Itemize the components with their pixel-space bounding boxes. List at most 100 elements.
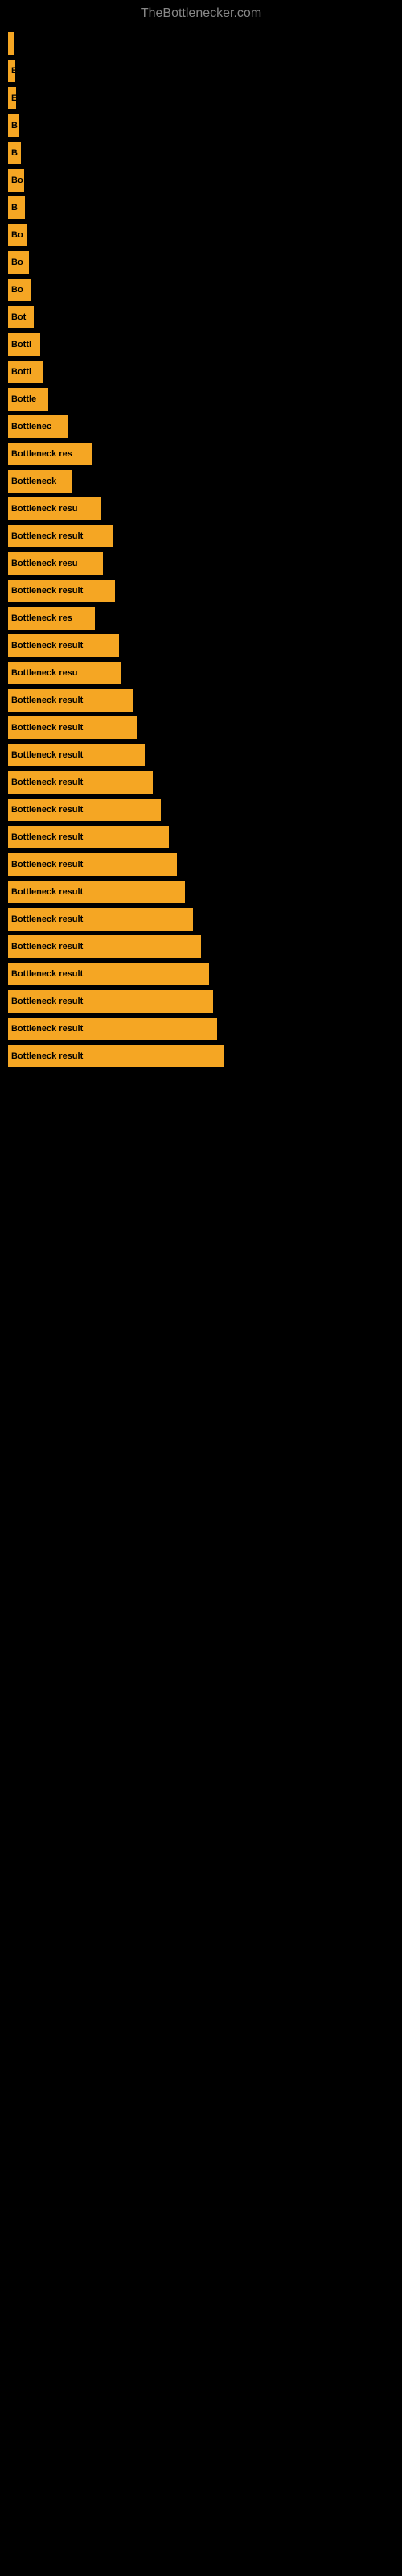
bar-26: Bottleneck result bbox=[8, 744, 145, 766]
bar-row: Bottleneck res bbox=[8, 443, 402, 465]
bar-row: Bottleneck bbox=[8, 470, 402, 493]
bar-17: Bottleneck resu bbox=[8, 497, 100, 520]
bar-label-19: Bottleneck resu bbox=[11, 559, 78, 568]
bar-row: B bbox=[8, 114, 402, 137]
bar-37: Bottleneck result bbox=[8, 1045, 224, 1067]
bar-7: Bo bbox=[8, 224, 27, 246]
bar-label-34: Bottleneck result bbox=[11, 969, 83, 979]
bar-label-29: Bottleneck result bbox=[11, 832, 83, 842]
bar-row: Bottleneck result bbox=[8, 580, 402, 602]
bar-16: Bottleneck bbox=[8, 470, 72, 493]
bar-row: B bbox=[8, 142, 402, 164]
bar-22: Bottleneck result bbox=[8, 634, 119, 657]
bar-label-36: Bottleneck result bbox=[11, 1024, 83, 1034]
bar-row: Bottleneck result bbox=[8, 689, 402, 712]
bar-5: Bo bbox=[8, 169, 24, 192]
bar-label-28: Bottleneck result bbox=[11, 805, 83, 815]
bar-row: Bo bbox=[8, 169, 402, 192]
bar-12: Bottl bbox=[8, 361, 43, 383]
bar-label-7: Bo bbox=[11, 230, 23, 240]
bar-11: Bottl bbox=[8, 333, 40, 356]
bar-29: Bottleneck result bbox=[8, 826, 169, 848]
bar-label-30: Bottleneck result bbox=[11, 860, 83, 869]
bar-row: Bottleneck result bbox=[8, 853, 402, 876]
bar-label-26: Bottleneck result bbox=[11, 750, 83, 760]
bar-4: B bbox=[8, 142, 21, 164]
bar-14: Bottlenec bbox=[8, 415, 68, 438]
bar-27: Bottleneck result bbox=[8, 771, 153, 794]
bar-28: Bottleneck result bbox=[8, 799, 161, 821]
bar-34: Bottleneck result bbox=[8, 963, 209, 985]
bar-row: E bbox=[8, 60, 402, 82]
bar-9: Bo bbox=[8, 279, 31, 301]
bar-label-17: Bottleneck resu bbox=[11, 504, 78, 514]
bar-row: Bottleneck result bbox=[8, 935, 402, 958]
bar-row: Bottlenec bbox=[8, 415, 402, 438]
bar-row: Bo bbox=[8, 279, 402, 301]
bar-31: Bottleneck result bbox=[8, 881, 185, 903]
bar-19: Bottleneck resu bbox=[8, 552, 103, 575]
bar-6: B bbox=[8, 196, 25, 219]
bar-label-10: Bot bbox=[11, 312, 26, 322]
bar-row: Bottleneck result bbox=[8, 963, 402, 985]
bar-2: E bbox=[8, 87, 16, 109]
bar-row: Bottleneck result bbox=[8, 634, 402, 657]
bar-18: Bottleneck result bbox=[8, 525, 113, 547]
bar-33: Bottleneck result bbox=[8, 935, 201, 958]
bar-1: E bbox=[8, 60, 15, 82]
bar-label-4: B bbox=[11, 148, 18, 158]
bar-label-25: Bottleneck result bbox=[11, 723, 83, 733]
bar-21: Bottleneck res bbox=[8, 607, 95, 630]
bar-label-21: Bottleneck res bbox=[11, 613, 72, 623]
bars-container: E E B B Bo B Bo Bo Bo Bot Bottl Bottl Bottle Bottlene… bbox=[0, 24, 402, 1072]
bar-row: Bottleneck result bbox=[8, 826, 402, 848]
bar-row: Bottl bbox=[8, 361, 402, 383]
bar-row: Bo bbox=[8, 224, 402, 246]
bar-36: Bottleneck result bbox=[8, 1018, 217, 1040]
bar-row: Bottleneck result bbox=[8, 744, 402, 766]
bar-label-5: Bo bbox=[11, 175, 23, 185]
bar-row: Bottleneck result bbox=[8, 1045, 402, 1067]
bar-label-20: Bottleneck result bbox=[11, 586, 83, 596]
bar-0 bbox=[8, 32, 14, 55]
bar-row: Bottleneck result bbox=[8, 716, 402, 739]
bar-label-6: B bbox=[11, 203, 18, 213]
bar-row: B bbox=[8, 196, 402, 219]
bar-label-35: Bottleneck result bbox=[11, 997, 83, 1006]
bar-32: Bottleneck result bbox=[8, 908, 193, 931]
bar-label-27: Bottleneck result bbox=[11, 778, 83, 787]
bar-row: Bottleneck result bbox=[8, 525, 402, 547]
bar-label-11: Bottl bbox=[11, 340, 31, 349]
site-title: TheBottlenecker.com bbox=[0, 0, 402, 24]
bar-row: Bot bbox=[8, 306, 402, 328]
bar-row: Bottleneck result bbox=[8, 799, 402, 821]
bar-row: E bbox=[8, 87, 402, 109]
bar-8: Bo bbox=[8, 251, 29, 274]
bar-label-9: Bo bbox=[11, 285, 23, 295]
bar-row: Bottleneck resu bbox=[8, 497, 402, 520]
bar-25: Bottleneck result bbox=[8, 716, 137, 739]
bar-label-23: Bottleneck resu bbox=[11, 668, 78, 678]
bar-label-37: Bottleneck result bbox=[11, 1051, 83, 1061]
bar-label-3: B bbox=[11, 121, 18, 130]
bar-20: Bottleneck result bbox=[8, 580, 115, 602]
bar-row: Bottl bbox=[8, 333, 402, 356]
bar-row: Bottleneck result bbox=[8, 908, 402, 931]
bar-13: Bottle bbox=[8, 388, 48, 411]
bar-label-31: Bottleneck result bbox=[11, 887, 83, 897]
bar-24: Bottleneck result bbox=[8, 689, 133, 712]
bar-10: Bot bbox=[8, 306, 34, 328]
bar-label-16: Bottleneck bbox=[11, 477, 56, 486]
bar-row: Bo bbox=[8, 251, 402, 274]
bar-30: Bottleneck result bbox=[8, 853, 177, 876]
bar-label-13: Bottle bbox=[11, 394, 36, 404]
bar-label-12: Bottl bbox=[11, 367, 31, 377]
bar-15: Bottleneck res bbox=[8, 443, 92, 465]
bar-row bbox=[8, 32, 402, 55]
bar-label-33: Bottleneck result bbox=[11, 942, 83, 952]
bar-23: Bottleneck resu bbox=[8, 662, 121, 684]
bar-row: Bottle bbox=[8, 388, 402, 411]
bar-label-1: E bbox=[11, 66, 15, 76]
bar-row: Bottleneck res bbox=[8, 607, 402, 630]
bar-row: Bottleneck result bbox=[8, 1018, 402, 1040]
